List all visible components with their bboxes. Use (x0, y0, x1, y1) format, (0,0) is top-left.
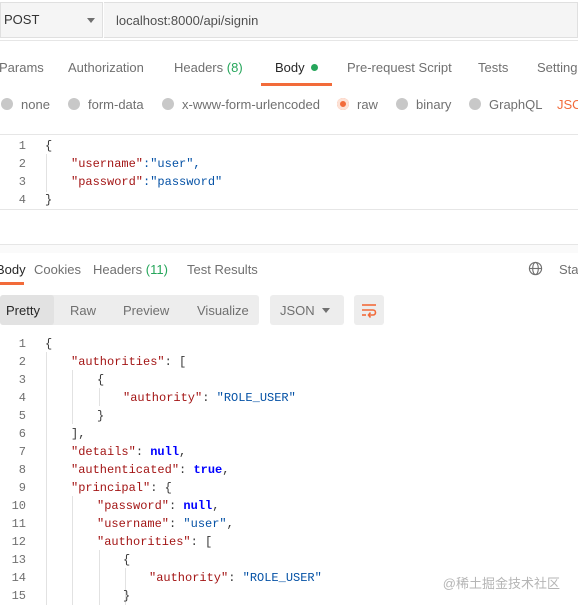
radio-label: none (21, 97, 50, 112)
url-text: localhost:8000/api/signin (116, 13, 259, 28)
line-number: 6 (18, 427, 26, 441)
request-line-numbers: 1 2 3 4 (0, 137, 26, 209)
body-type-binary[interactable]: binary (396, 97, 451, 112)
line-number: 4 (18, 391, 26, 405)
radio-icon (162, 98, 174, 110)
radio-icon (396, 98, 408, 110)
code-line: { (123, 553, 131, 567)
view-visualize-button[interactable]: Visualize (197, 303, 249, 318)
line-number: 14 (11, 571, 26, 585)
line-number: 2 (18, 355, 26, 369)
body-type-raw[interactable]: raw (337, 97, 378, 112)
tab-params[interactable]: Params (0, 60, 44, 75)
body-type-graphql[interactable]: GraphQL (469, 97, 542, 112)
view-raw-button[interactable]: Raw (70, 303, 96, 318)
code-line: } (45, 193, 53, 207)
headers-count: (8) (226, 60, 243, 75)
body-type-none[interactable]: none (1, 97, 50, 112)
tab-pre-request-script[interactable]: Pre-request Script (347, 60, 452, 75)
code-line: { (45, 337, 53, 351)
body-type-urlencoded[interactable]: x-www-form-urlencoded (162, 97, 320, 112)
radio-selected-icon (337, 98, 349, 110)
line-number: 4 (18, 193, 26, 207)
response-status: Status (559, 262, 578, 277)
line-number: 1 (18, 139, 26, 153)
code-line: "authorities": [ (97, 535, 213, 549)
radio-label: binary (416, 97, 452, 112)
globe-icon[interactable] (528, 261, 543, 281)
line-number: 11 (11, 517, 26, 531)
line-number: 13 (11, 553, 26, 567)
response-active-tab-underline (0, 282, 24, 285)
code-line: "username":"user", (71, 157, 201, 171)
line-number: 8 (18, 463, 26, 477)
raw-language-select[interactable]: JSON (557, 97, 578, 112)
response-tab-body[interactable]: Body (0, 262, 26, 277)
code-line: "password":"password" (71, 175, 223, 189)
line-number: 5 (18, 409, 26, 423)
response-tab-test-results[interactable]: Test Results (187, 262, 258, 277)
tab-settings[interactable]: Settings (537, 60, 578, 75)
radio-label: form-data (88, 97, 144, 112)
view-pretty-button[interactable]: Pretty (6, 303, 40, 318)
response-code: { "authorities": [ { "authority": "ROLE_… (45, 335, 322, 605)
code-line: "password": null, (97, 499, 220, 513)
request-code: { "username":"user", "password":"passwor… (45, 137, 222, 209)
response-format-select[interactable]: JSON (270, 295, 344, 325)
tab-tests[interactable]: Tests (478, 60, 508, 75)
radio-icon (469, 98, 481, 110)
view-preview-button[interactable]: Preview (123, 303, 169, 318)
line-number: 3 (18, 175, 26, 189)
tab-body[interactable]: Body (275, 60, 318, 75)
body-indicator-dot (310, 64, 318, 71)
line-number: 2 (18, 157, 26, 171)
wrap-lines-icon (360, 301, 378, 324)
code-line: } (123, 589, 131, 603)
radio-label: x-www-form-urlencoded (182, 97, 320, 112)
code-line: } (97, 409, 105, 423)
code-line: "authority": "ROLE_USER" (123, 391, 296, 405)
line-number: 12 (11, 535, 26, 549)
radio-icon (1, 98, 13, 110)
response-headers-count: (11) (145, 262, 168, 277)
code-line: "authority": "ROLE_USER" (149, 571, 322, 585)
line-number: 3 (18, 373, 26, 387)
code-line: "username": "user", (97, 517, 234, 531)
pane-splitter[interactable] (0, 244, 578, 253)
tab-body-label: Body (275, 60, 305, 75)
url-input[interactable]: localhost:8000/api/signin (104, 2, 578, 38)
response-tab-cookies[interactable]: Cookies (34, 262, 81, 277)
active-tab-underline (261, 83, 332, 86)
code-line: { (97, 373, 105, 387)
response-format-label: JSON (280, 303, 315, 318)
code-line: "details": null, (71, 445, 187, 459)
body-type-form-data[interactable]: form-data (68, 97, 144, 112)
radio-icon (68, 98, 80, 110)
response-headers-label: Headers (93, 262, 143, 277)
response-view-switch: Pretty Raw Preview Visualize (0, 295, 259, 325)
code-line: { (45, 139, 53, 153)
radio-label: GraphQL (489, 97, 543, 112)
code-line: "authenticated": true, (71, 463, 230, 477)
line-number: 15 (11, 589, 26, 603)
radio-label: raw (357, 97, 378, 112)
response-line-numbers: 1 2 3 4 5 6 7 8 9 10 11 12 13 14 15 (0, 335, 26, 605)
tab-authorization[interactable]: Authorization (68, 60, 144, 75)
watermark: @稀土掘金技术社区 (442, 576, 560, 591)
wrap-lines-button[interactable] (354, 295, 384, 325)
method-select[interactable]: POST (0, 2, 103, 38)
line-number: 9 (18, 481, 26, 495)
response-tab-headers[interactable]: Headers (11) (93, 262, 168, 277)
tab-headers[interactable]: Headers (8) (174, 60, 243, 75)
line-number: 10 (11, 499, 26, 513)
code-line: ], (71, 427, 86, 441)
method-label: POST (4, 12, 40, 27)
chevron-down-icon (322, 308, 330, 313)
line-number: 1 (18, 337, 26, 351)
code-line: "authorities": [ (71, 355, 187, 369)
chevron-down-icon (87, 18, 95, 23)
tab-headers-label: Headers (174, 60, 224, 75)
code-line: "principal": { (71, 481, 172, 495)
line-number: 7 (18, 445, 26, 459)
